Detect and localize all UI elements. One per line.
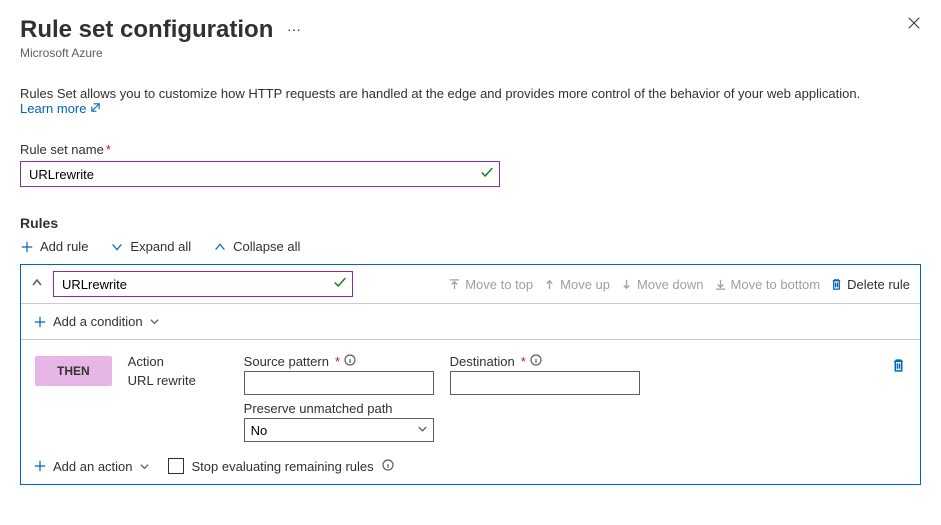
preserve-path-select[interactable]: No [244, 418, 434, 442]
rules-heading: Rules [20, 215, 921, 231]
destination-input[interactable] [450, 371, 640, 395]
info-icon[interactable] [530, 354, 542, 369]
action-type: URL rewrite [128, 373, 228, 388]
source-pattern-input[interactable] [244, 371, 434, 395]
intro-text: Rules Set allows you to customize how HT… [20, 86, 860, 101]
check-icon [333, 276, 347, 293]
add-condition-button[interactable]: Add a condition [21, 304, 920, 340]
stop-evaluating-label: Stop evaluating remaining rules [192, 459, 374, 474]
rule-container: Move to top Move up Move down Move to bo… [20, 264, 921, 485]
info-icon[interactable] [382, 459, 394, 474]
add-rule-label: Add rule [40, 239, 88, 254]
learn-more-link[interactable]: Learn more [20, 101, 101, 116]
add-rule-button[interactable]: Add rule [20, 239, 88, 254]
add-condition-label: Add a condition [53, 314, 143, 329]
info-icon[interactable] [344, 354, 356, 369]
page-subtitle: Microsoft Azure [20, 46, 301, 60]
close-icon[interactable] [907, 16, 921, 33]
delete-action-button[interactable] [891, 358, 906, 376]
rule-set-name-input[interactable] [20, 161, 500, 187]
page-title: Rule set configuration [20, 16, 273, 43]
move-down-button[interactable]: Move down [620, 277, 703, 292]
add-action-button[interactable]: Add an action [33, 459, 150, 474]
check-icon [480, 166, 494, 183]
then-badge: THEN [35, 356, 112, 386]
source-pattern-label: Source pattern* [244, 354, 434, 369]
destination-label: Destination* [450, 354, 640, 369]
collapse-all-button[interactable]: Collapse all [213, 239, 300, 254]
expand-all-button[interactable]: Expand all [110, 239, 191, 254]
add-action-label: Add an action [53, 459, 133, 474]
collapse-icon[interactable] [31, 277, 43, 292]
more-icon[interactable]: ··· [287, 21, 301, 37]
action-heading: Action [128, 354, 228, 369]
move-up-label: Move up [560, 277, 610, 292]
stop-evaluating-checkbox[interactable] [168, 458, 184, 474]
move-bottom-label: Move to bottom [731, 277, 821, 292]
rule-set-name-label: Rule set name* [20, 142, 921, 157]
move-to-bottom-button[interactable]: Move to bottom [714, 277, 821, 292]
move-top-label: Move to top [465, 277, 533, 292]
preserve-path-label: Preserve unmatched path [244, 401, 434, 416]
delete-rule-label: Delete rule [847, 277, 910, 292]
collapse-all-label: Collapse all [233, 239, 300, 254]
move-down-label: Move down [637, 277, 703, 292]
external-link-icon [90, 101, 101, 116]
rule-name-input[interactable] [53, 271, 353, 297]
delete-rule-button[interactable]: Delete rule [830, 277, 910, 292]
learn-more-label: Learn more [20, 101, 86, 116]
move-up-button[interactable]: Move up [543, 277, 610, 292]
expand-all-label: Expand all [130, 239, 191, 254]
move-to-top-button[interactable]: Move to top [448, 277, 533, 292]
